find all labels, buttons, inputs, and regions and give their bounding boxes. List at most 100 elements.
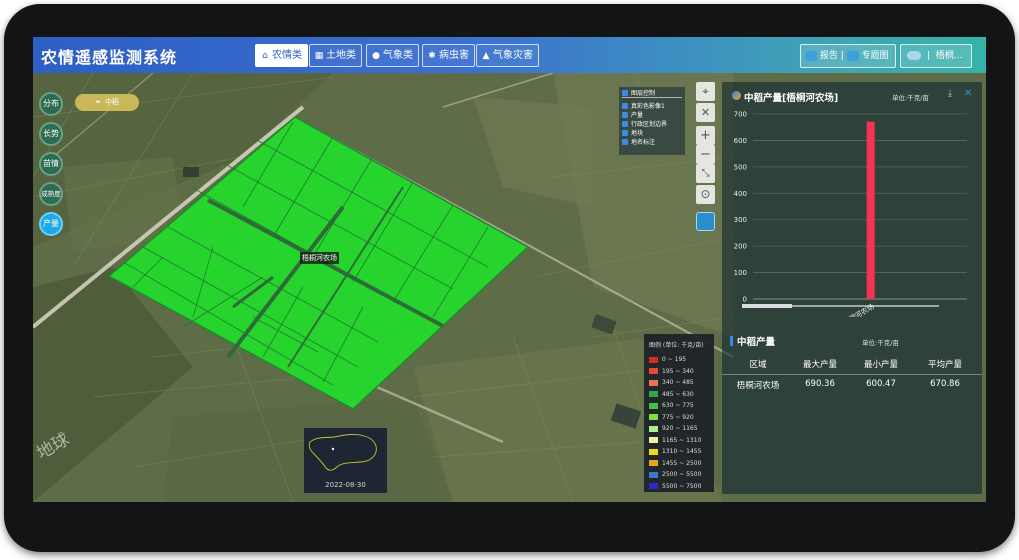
house-icon: ⌂ <box>262 51 268 61</box>
yield-bar[interactable] <box>866 121 875 299</box>
y-tick-label: 500 <box>734 163 747 171</box>
tab-weather[interactable]: ● 气象类 <box>366 44 419 67</box>
app-screen: 农情遥感监测系统 ⌂ 农情类 ▦ 土地类 ● 气象类 ✱ 病虫害 ▲ 气象灾害 报告 | … <box>33 37 986 502</box>
layer-item[interactable]: 产量 <box>622 110 682 119</box>
layer-control-title[interactable]: 图层控制 <box>622 89 682 98</box>
leaf-icon: ❧ <box>95 98 101 106</box>
location-selector[interactable]: | 梧桐... <box>900 44 972 68</box>
layer-item[interactable]: 行政区划边界 <box>622 119 682 128</box>
fullscreen-icon[interactable]: ⤡ <box>696 164 715 183</box>
sidebar-item-growth[interactable]: 长势 <box>39 122 63 146</box>
tab-label: 病虫害 <box>439 50 469 61</box>
checkbox-icon[interactable] <box>622 129 628 136</box>
y-tick-label: 0 <box>743 296 747 304</box>
cloud-sun-icon <box>907 51 921 60</box>
cell-avg: 670.86 <box>930 379 960 389</box>
bug-icon: ✱ <box>428 51 436 61</box>
legend-swatch <box>649 402 658 409</box>
column-max: 最大产量 <box>802 360 837 370</box>
sidebar-item-label: 产量 <box>43 219 59 228</box>
location-separator: | <box>926 51 930 61</box>
tab-label: 气象灾害 <box>493 50 533 61</box>
x-tick-label: 梧桐河农场 <box>841 302 876 317</box>
checkbox-icon[interactable] <box>622 102 628 109</box>
sidebar-item-seedling[interactable]: 苗情 <box>39 152 63 176</box>
legend-label: 0 ~ 195 <box>662 356 687 364</box>
legend-item: 920 ~ 1165 <box>649 423 709 435</box>
legend-label: 1165 ~ 1310 <box>662 436 702 444</box>
tab-label: 土地类 <box>326 50 356 61</box>
region-outline <box>308 434 377 471</box>
report-button[interactable]: 报告 <box>820 51 838 61</box>
column-avg: 平均产量 <box>927 360 962 370</box>
legend-swatch <box>649 414 658 421</box>
y-tick-label: 700 <box>734 111 747 119</box>
close-icon[interactable]: ✕ <box>964 88 972 99</box>
thematic-map-button[interactable]: 专题图 <box>862 51 889 61</box>
sidebar-item-distribution[interactable]: 分布 <box>39 92 63 116</box>
legend-item: 2500 ~ 5500 <box>649 469 709 481</box>
sidebar-item-label: 分布 <box>43 99 59 108</box>
layer-item[interactable]: 地块 <box>622 128 682 137</box>
chart-scrollbar-thumb[interactable] <box>742 304 792 308</box>
tab-weather-disaster[interactable]: ▲ 气象灾害 <box>476 44 539 67</box>
y-tick-label: 600 <box>734 137 747 145</box>
basemap-switch-icon[interactable] <box>696 212 715 231</box>
legend-swatch <box>649 379 658 386</box>
sidebar-item-maturity[interactable]: 成熟度 <box>39 182 63 206</box>
tab-crop-condition[interactable]: ⌂ 农情类 <box>255 44 308 67</box>
legend-swatch <box>649 368 658 375</box>
legend-title: 图例 (单位: 千克/亩) <box>649 342 704 349</box>
zoom-out-icon[interactable]: − <box>696 145 715 164</box>
grid-icon: ▦ <box>314 51 324 61</box>
legend-swatch <box>649 448 658 455</box>
layer-item[interactable]: 真彩色影像1 <box>622 101 682 110</box>
location-label: 梧桐... <box>935 51 963 61</box>
farm-map-label: 梧桐河农场 <box>300 252 339 264</box>
table-row[interactable]: 梧桐河农场 690.36 600.47 670.86 <box>722 379 982 393</box>
chart-unit: 单位:千克/亩 <box>892 94 929 102</box>
toolbar-separator: | <box>840 51 844 61</box>
tab-pests[interactable]: ✱ 病虫害 <box>422 44 475 67</box>
sidebar-item-label: 长势 <box>43 129 59 138</box>
legend-item: 0 ~ 195 <box>649 354 709 366</box>
checkbox-icon[interactable] <box>622 138 628 145</box>
zoom-in-icon[interactable]: + <box>696 126 715 145</box>
checkbox-icon[interactable] <box>622 89 628 96</box>
legend-item: 485 ~ 630 <box>649 389 709 401</box>
checkbox-icon[interactable] <box>622 120 628 127</box>
checkbox-icon[interactable] <box>622 111 628 118</box>
y-tick-label: 300 <box>734 216 747 224</box>
locate-icon[interactable]: ⊙ <box>696 185 715 204</box>
legend-label: 630 ~ 775 <box>662 402 694 410</box>
legend-label: 5500 ~ 7500 <box>662 482 702 490</box>
crop-selector[interactable]: ❧ 中稻 <box>75 94 139 111</box>
overview-minimap[interactable]: 2022-08-30 <box>304 428 387 493</box>
yield-bar-chart: 0 100 200 300 400 500 600 700 梧桐河农场 <box>734 111 967 317</box>
legend-swatch <box>649 425 658 432</box>
thematic-map-icon <box>846 50 859 61</box>
sidebar-item-label: 成熟度 <box>41 190 61 198</box>
table-header: 区域 最大产量 最小产量 平均产量 <box>722 358 982 375</box>
tools-icon[interactable]: ✕ <box>696 103 715 122</box>
download-icon[interactable]: ⤓ <box>948 89 952 99</box>
tab-land[interactable]: ▦ 土地类 <box>309 44 362 67</box>
app-title: 农情遥感监测系统 <box>41 48 178 67</box>
sidebar-item-yield[interactable]: 产量 <box>39 212 63 236</box>
layer-item[interactable]: 地名标注 <box>622 137 682 146</box>
minimap-date: 2022-08-30 <box>325 481 366 489</box>
legend-swatch <box>649 460 658 467</box>
table-unit: 单位:千克/亩 <box>862 339 899 347</box>
crop-label: 中稻 <box>104 98 119 106</box>
y-tick-label: 100 <box>734 269 747 277</box>
legend-item: 1165 ~ 1310 <box>649 435 709 447</box>
legend-label: 340 ~ 485 <box>662 379 694 387</box>
table-panel-title: 中稻产量 <box>737 337 776 348</box>
legend-label: 920 ~ 1165 <box>662 425 698 433</box>
legend-item: 1455 ~ 2500 <box>649 458 709 470</box>
legend-label: 485 ~ 630 <box>662 390 694 398</box>
legend-item: 340 ~ 485 <box>649 377 709 389</box>
warning-icon: ▲ <box>482 51 490 61</box>
location-pin-icon[interactable]: ⌖ <box>696 82 715 101</box>
droplet-icon: ● <box>372 51 380 61</box>
